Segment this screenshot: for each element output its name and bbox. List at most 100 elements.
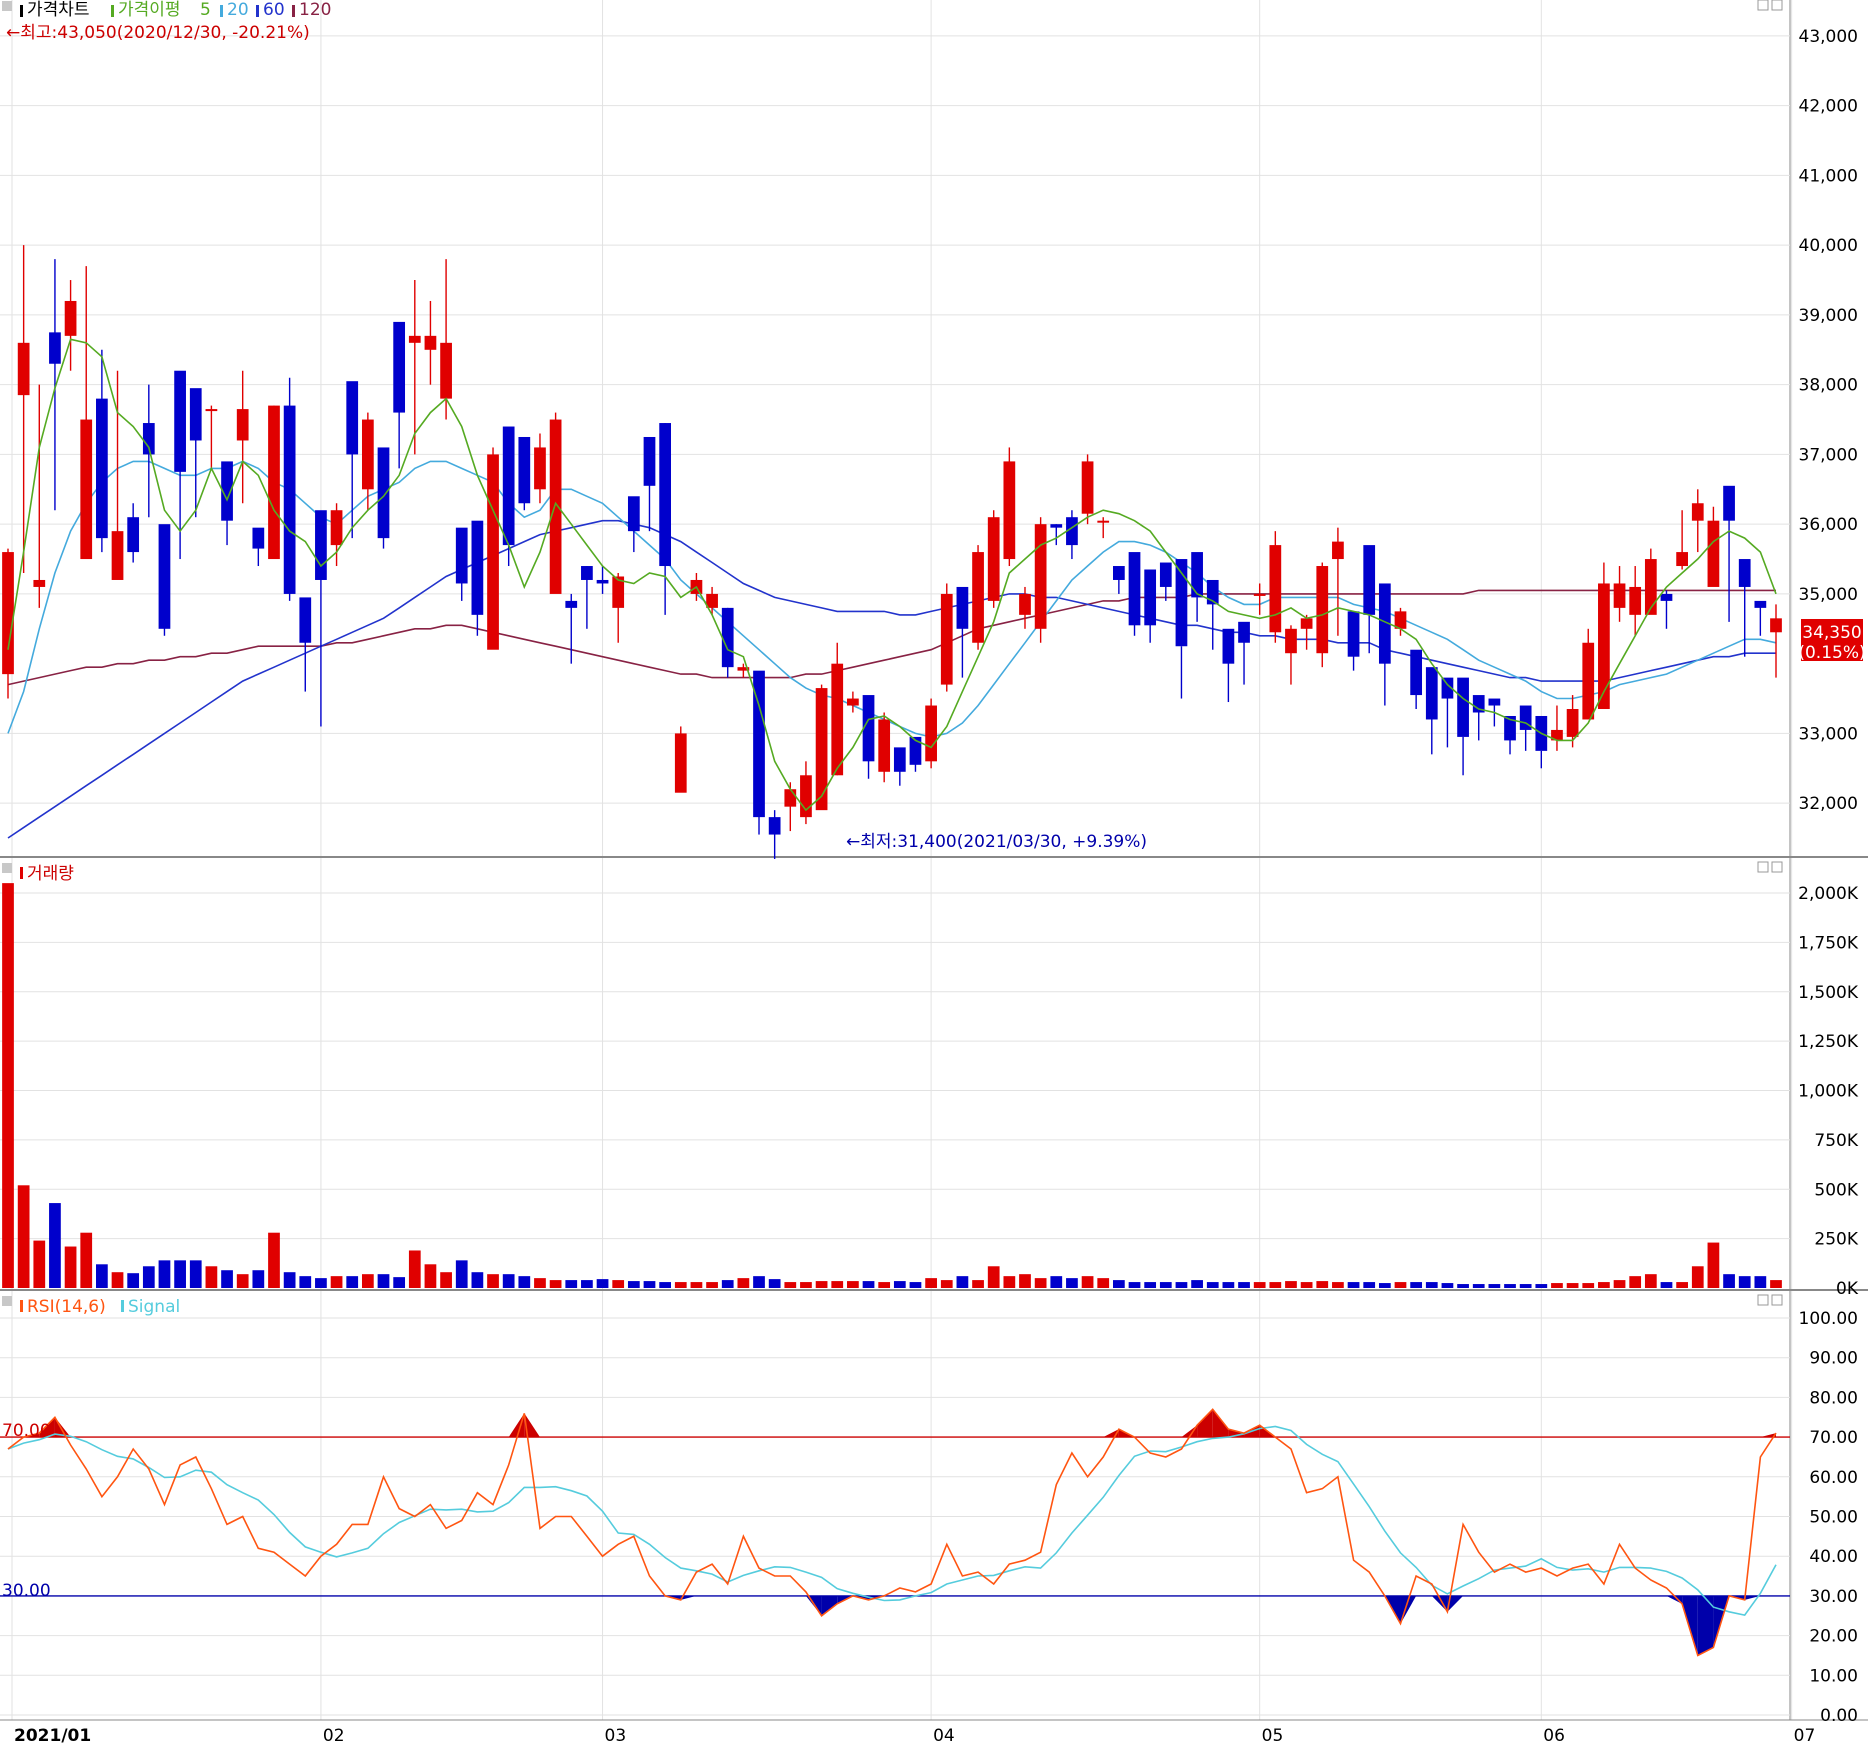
minimize-icon[interactable] — [1757, 0, 1769, 11]
candle-body — [1097, 520, 1110, 523]
candle-body — [815, 688, 828, 811]
volume-bar — [1551, 1283, 1563, 1288]
volume-bar — [1598, 1282, 1610, 1288]
candle-body — [487, 454, 499, 650]
candle-body — [1269, 545, 1282, 633]
candle-body — [581, 566, 593, 580]
volume-bar — [1676, 1282, 1688, 1288]
legend-ma60: 60 — [263, 0, 285, 20]
volume-bar — [1488, 1284, 1501, 1288]
candle-body — [17, 342, 30, 396]
volume-tick-label: 750K — [1814, 1131, 1858, 1151]
volume-bar — [831, 1281, 844, 1288]
candle-body — [1113, 566, 1125, 580]
volume-bar — [142, 1266, 155, 1288]
minimize-icon[interactable] — [1757, 1294, 1769, 1306]
rsi-tick-label: 90.00 — [1809, 1349, 1858, 1369]
candle-body — [721, 607, 734, 668]
candle-body — [268, 405, 280, 560]
candle-body — [596, 579, 609, 584]
volume-bar — [1300, 1282, 1313, 1288]
volume-bar — [1441, 1283, 1454, 1288]
candle-body — [643, 436, 656, 486]
rsi-tick-label: 70.00 — [1809, 1428, 1858, 1448]
volume-bar — [1723, 1274, 1735, 1288]
volume-bar — [33, 1240, 46, 1288]
minimize-icon[interactable] — [1757, 861, 1769, 873]
legend-marker-ma120 — [292, 5, 295, 17]
volume-bar — [1175, 1282, 1188, 1288]
price-tick-label: 40,000 — [1799, 236, 1858, 256]
rsi-tick-label: 60.00 — [1809, 1468, 1858, 1488]
close-icon[interactable] — [1771, 1294, 1783, 1306]
volume-bar — [1410, 1282, 1423, 1288]
candle-body — [1285, 628, 1297, 654]
volume-bar — [330, 1276, 343, 1288]
volume-bar — [1191, 1280, 1203, 1288]
volume-bar — [1472, 1284, 1485, 1288]
volume-bar — [706, 1282, 718, 1288]
candle-body — [1660, 593, 1673, 601]
price-tick-label: 38,000 — [1799, 376, 1858, 396]
volume-bar — [346, 1276, 359, 1288]
volume-bar — [956, 1276, 969, 1288]
candle-body — [1050, 524, 1063, 528]
price-tick-label: 32,000 — [1799, 794, 1858, 814]
volume-bar — [1097, 1278, 1110, 1288]
volume-bar — [815, 1281, 828, 1288]
volume-bar — [1378, 1283, 1391, 1288]
rsi-level-30-label: 30.00 — [2, 1581, 51, 1601]
volume-bar — [862, 1281, 875, 1288]
volume-bar — [596, 1279, 609, 1288]
volume-bar — [49, 1203, 61, 1288]
low-annotation: ←최저:31,400(2021/03/30, +9.39%) — [846, 832, 1147, 852]
rsi-legend-marker — [20, 1300, 23, 1312]
volume-bar — [189, 1260, 202, 1288]
volume-bar — [1332, 1282, 1344, 1288]
candle-body — [940, 593, 953, 685]
volume-bar — [174, 1260, 186, 1288]
legend-ma20: 20 — [227, 0, 249, 20]
candle-body — [1707, 520, 1720, 587]
volume-square-icon — [2, 863, 12, 873]
volume-tick-label: 0K — [1836, 1279, 1859, 1299]
current-price-tag: 34,350 (0.15%) — [1798, 619, 1866, 663]
candle-body — [1770, 618, 1782, 633]
candle-body — [33, 579, 46, 587]
volume-bar — [1034, 1278, 1047, 1288]
volume-legend-marker — [20, 867, 23, 879]
candle-body — [1019, 593, 1031, 615]
volume-bar — [1238, 1282, 1250, 1288]
volume-bar — [1347, 1282, 1360, 1288]
candle-body — [174, 370, 186, 472]
candle-body — [1410, 649, 1423, 696]
chart-frame — [0, 0, 1868, 1745]
volume-bar — [847, 1281, 859, 1288]
volume-bar — [643, 1281, 656, 1288]
volume-bar — [1535, 1284, 1548, 1288]
close-icon[interactable] — [1771, 0, 1783, 11]
candle-body — [205, 409, 218, 412]
candle-body — [1613, 583, 1626, 608]
signal-label: Signal — [128, 1297, 180, 1317]
price-tick-label: 41,000 — [1799, 166, 1858, 186]
candle-body — [565, 600, 578, 608]
volume-bar — [1066, 1278, 1078, 1288]
candle-body — [1629, 586, 1642, 615]
candle-body — [1488, 698, 1501, 706]
legend-ma120: 120 — [299, 0, 331, 20]
candle-body — [1363, 545, 1376, 615]
volume-bar — [753, 1276, 765, 1288]
candle-body — [1347, 611, 1360, 657]
legend-marker-price — [20, 5, 23, 17]
x-tick-label: 02 — [323, 1726, 345, 1745]
candle-body — [784, 789, 797, 807]
candle-body — [361, 419, 374, 490]
volume-bar — [1050, 1276, 1063, 1288]
volume-tick-label: 1,250K — [1798, 1032, 1859, 1052]
legend-marker-ma — [111, 5, 114, 17]
volume-bar — [1691, 1266, 1704, 1288]
close-icon[interactable] — [1771, 861, 1783, 873]
volume-bar — [221, 1270, 233, 1288]
volume-bar — [424, 1264, 437, 1288]
